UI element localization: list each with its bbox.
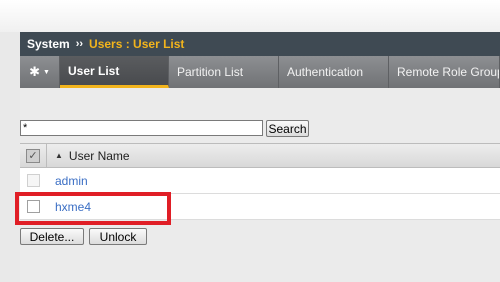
tab-remote-role-group[interactable]: Remote Role Group xyxy=(389,56,500,88)
search-button[interactable]: Search xyxy=(266,120,309,137)
breadcrumb-page: Users : User List xyxy=(89,37,185,51)
tab-authentication[interactable]: Authentication xyxy=(279,56,389,88)
row-checkbox-cell xyxy=(20,174,47,187)
user-link[interactable]: admin xyxy=(47,174,88,188)
top-background xyxy=(0,0,500,32)
delete-button[interactable]: Delete... xyxy=(20,228,84,245)
tab-partition-list[interactable]: Partition List xyxy=(169,56,279,88)
column-header-user-name[interactable]: ▲ User Name xyxy=(47,149,130,163)
column-header-label: User Name xyxy=(68,148,130,163)
select-all-checkbox[interactable]: ✓ xyxy=(26,148,40,163)
gear-menu-button[interactable]: ✱ ▼ xyxy=(20,56,60,88)
tab-bar: ✱ ▼ User List Partition List Authenticat… xyxy=(20,56,500,88)
breadcrumb-separator: ›› xyxy=(75,38,84,50)
row-checkbox xyxy=(27,174,40,187)
sort-ascending-icon: ▲ xyxy=(55,151,63,160)
left-gutter xyxy=(0,32,20,282)
highlight-annotation xyxy=(15,192,171,225)
gear-icon: ✱ xyxy=(29,64,40,79)
breadcrumb: System ›› Users : User List xyxy=(20,32,500,56)
tab-user-list[interactable]: User List xyxy=(60,56,169,88)
chevron-down-icon: ▼ xyxy=(42,68,50,76)
table-header: ✓ ▲ User Name xyxy=(20,143,500,168)
unlock-button[interactable]: Unlock xyxy=(89,228,147,245)
breadcrumb-section: System xyxy=(27,37,70,51)
table-row: admin xyxy=(20,168,500,194)
header-checkbox-cell: ✓ xyxy=(20,143,47,168)
search-input[interactable] xyxy=(20,120,263,136)
